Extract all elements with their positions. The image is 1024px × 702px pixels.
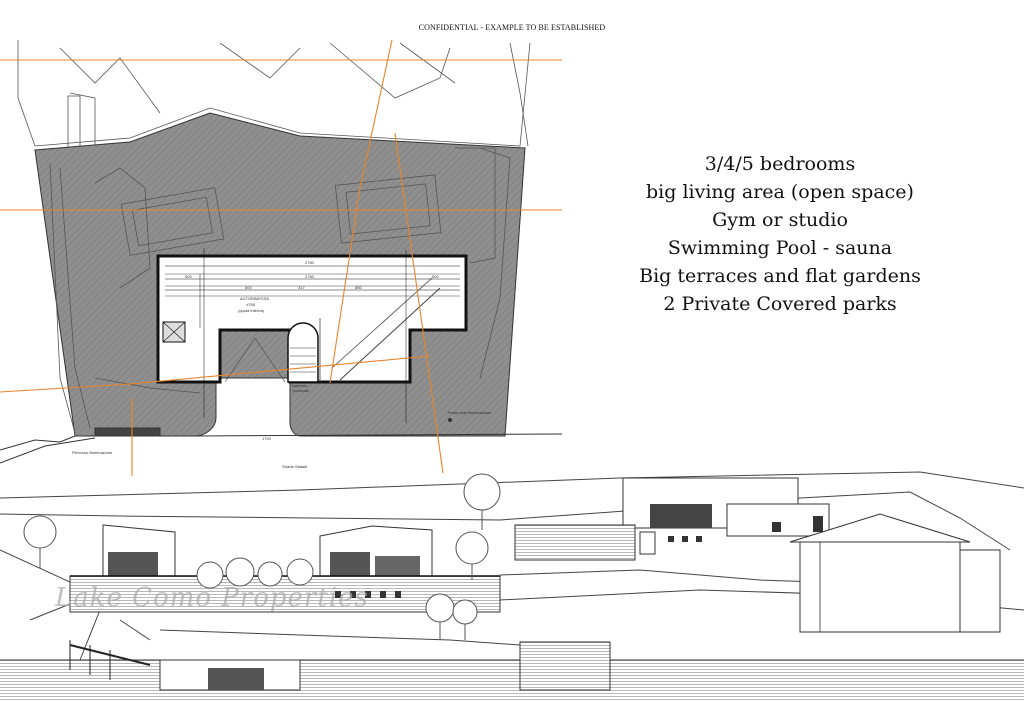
dim-label-5: 317 — [298, 285, 305, 290]
feature-pool: Swimming Pool - sauna — [667, 237, 893, 259]
dim-label-2: 2760 — [305, 274, 315, 279]
dim-label-4: 600 — [245, 285, 252, 290]
feature-gym: Gym or studio — [712, 209, 848, 231]
dim-label-6: 850 — [355, 285, 362, 290]
watermark-text: Lake Como Properties — [55, 583, 369, 613]
left-label: Percorso illuminazione — [72, 450, 113, 455]
confidential-header: CONFIDENTIAL - EXAMPLE TO BE ESTABLISHED — [418, 23, 606, 32]
street-level — [0, 640, 1024, 702]
floor-plan: 2760 2760 500 600 317 850 500 1700 AUTOR… — [0, 39, 563, 476]
bottom-label: Strada Statale — [282, 464, 308, 469]
marker-dot — [448, 418, 452, 422]
room-label: AUTORIMESSA — [240, 296, 269, 301]
feature-bedrooms: 3/4/5 bedrooms — [704, 153, 856, 175]
upper-building — [514, 477, 830, 561]
dim-label-8: 1700 — [262, 436, 272, 441]
feature-living-area: big living area (open space) — [646, 181, 914, 203]
feature-terraces: Big terraces and flat gardens — [639, 265, 921, 287]
feature-list: 3/4/5 bedrooms big living area (open spa… — [612, 150, 948, 318]
entrance-sub: pedonale — [293, 388, 310, 393]
dim-label-7: 500 — [432, 274, 439, 279]
right-house — [789, 513, 1001, 633]
room-note: (quota interna) — [238, 308, 265, 313]
lower-label: Posto auto illuminazione — [448, 410, 492, 415]
feature-parking: 2 Private Covered parks — [663, 293, 897, 315]
dim-label-1: 2760 — [305, 260, 315, 265]
dim-label-3: 500 — [185, 274, 192, 279]
room-sub: ±758 — [246, 302, 256, 307]
